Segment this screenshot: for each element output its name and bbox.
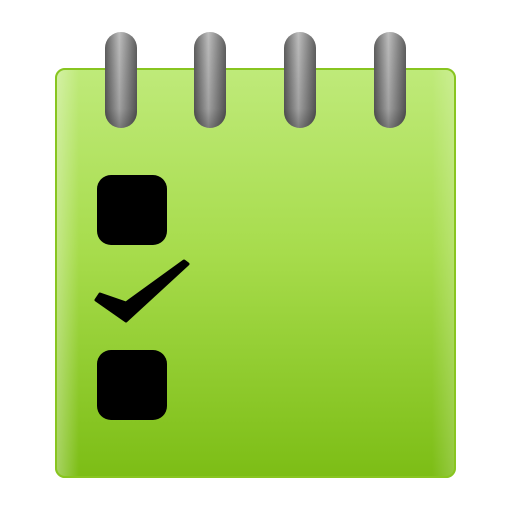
notepad-graphic — [55, 32, 456, 478]
checklist-notepad-icon — [0, 0, 512, 512]
binder-ring-icon — [374, 32, 406, 128]
binder-ring-icon — [284, 32, 316, 128]
binder-ring-icon — [194, 32, 226, 128]
checkbox-unchecked-icon — [97, 350, 167, 420]
binder-ring-icon — [105, 32, 137, 128]
checkbox-unchecked-icon — [97, 175, 167, 245]
